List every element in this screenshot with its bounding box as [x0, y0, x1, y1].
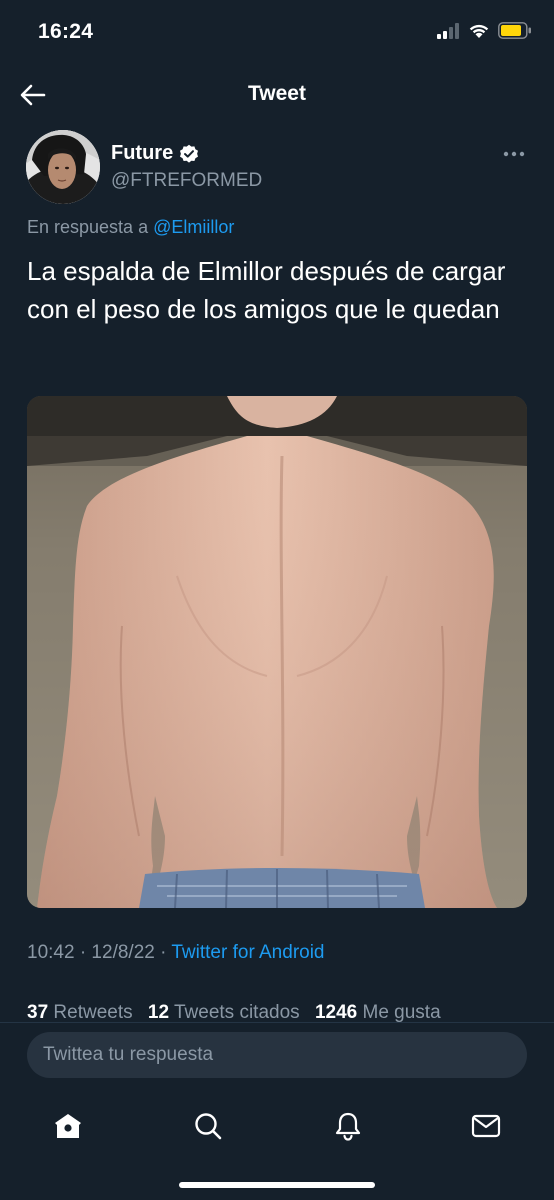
home-icon: [55, 1114, 81, 1138]
nav-bar: Tweet: [0, 64, 554, 126]
tab-home[interactable]: [48, 1106, 88, 1146]
wifi-icon: [469, 24, 489, 38]
cellular-signal-icon: [437, 22, 459, 39]
tab-bar: [0, 1092, 554, 1200]
search-icon: [195, 1113, 222, 1140]
tweet-timestamp: 10:42 · 12/8/22 ·: [27, 942, 167, 963]
avatar[interactable]: [26, 130, 100, 204]
status-bar: 16:24: [0, 0, 554, 64]
author-name-row[interactable]: Future: [111, 142, 199, 165]
reply-bar: [0, 1022, 554, 1093]
author-name: Future: [111, 142, 174, 164]
tweet-source-link[interactable]: Twitter for Android: [171, 942, 324, 963]
tweet-stats: 37 Retweets 12 Tweets citados 1246 Me gu…: [27, 1002, 451, 1022]
quotes-label: Tweets citados: [173, 1002, 300, 1022]
tweet-meta: 10:42 · 12/8/22 · Twitter for Android: [27, 942, 325, 964]
tweet-media[interactable]: [27, 396, 527, 908]
reply-mention-link[interactable]: @Elmiillor: [153, 217, 234, 237]
tweet-text: La espalda de Elmillor después de cargar…: [27, 256, 506, 324]
messages-icon: [471, 1114, 501, 1138]
more-options-button[interactable]: [502, 144, 526, 164]
notifications-icon: [335, 1112, 361, 1141]
page-title: Tweet: [248, 82, 306, 105]
status-icons: [436, 22, 532, 39]
retweets-label: Retweets: [53, 1002, 133, 1022]
more-dots-icon: [503, 151, 525, 157]
likes-stat[interactable]: 1246 Me gusta: [315, 1002, 441, 1022]
likes-label: Me gusta: [362, 1002, 441, 1022]
battery-icon: [498, 22, 531, 39]
tweet-photo: [27, 396, 527, 908]
avatar-photo: [26, 130, 100, 204]
quotes-count: 12: [147, 1002, 170, 1022]
quotes-stat[interactable]: 12 Tweets citados: [148, 1002, 300, 1022]
retweets-count: 37: [27, 1002, 49, 1022]
reply-prefix: En respuesta a: [27, 217, 149, 237]
tab-search[interactable]: [188, 1106, 228, 1146]
status-time: 16:24: [38, 20, 94, 43]
retweets-stat[interactable]: 37 Retweets: [27, 1002, 133, 1022]
author-handle[interactable]: @FTREFORMED: [111, 170, 262, 192]
tab-messages[interactable]: [466, 1106, 506, 1146]
verified-badge-icon: [180, 144, 199, 163]
home-indicator: [179, 1182, 375, 1188]
reply-context: En respuesta a @Elmiillor: [27, 217, 234, 238]
reply-input[interactable]: [27, 1032, 527, 1078]
likes-count: 1246: [314, 1002, 358, 1022]
tab-notifications[interactable]: [328, 1106, 368, 1146]
